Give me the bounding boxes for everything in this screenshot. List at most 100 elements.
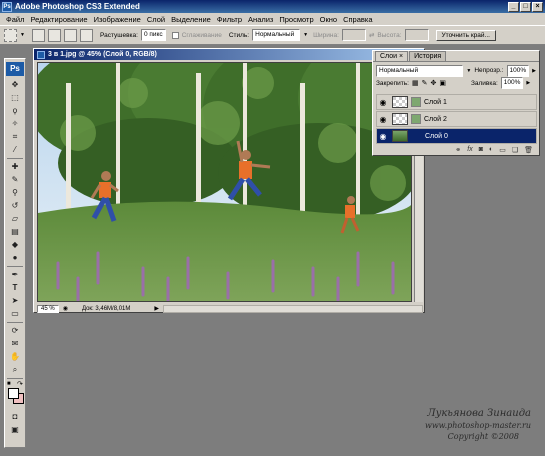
shape-tool-icon[interactable]: ▭	[6, 308, 24, 320]
layer-thumbnail	[392, 96, 408, 108]
healing-brush-tool-icon[interactable]: ✚	[6, 161, 24, 173]
menu-filter[interactable]: Фильтр	[214, 15, 245, 24]
minimize-button[interactable]: _	[508, 1, 519, 12]
signature-name: Лукьянова Зинаида	[427, 408, 531, 419]
close-button[interactable]: ×	[532, 1, 543, 12]
style-select[interactable]: Нормальный	[252, 29, 301, 41]
brush-tool-icon[interactable]: ✎	[6, 174, 24, 186]
status-menu-icon[interactable]: ◉	[63, 305, 68, 312]
zoom-tool-icon[interactable]: ⌕	[6, 364, 24, 376]
menu-file[interactable]: Файл	[3, 15, 27, 24]
layer-mask-thumbnail[interactable]	[411, 97, 421, 107]
tab-layers[interactable]: Слои ×	[375, 51, 409, 61]
layer-name: Слой 0	[425, 132, 448, 140]
magic-wand-tool-icon[interactable]: ✧	[6, 118, 24, 130]
tools-divider	[7, 378, 23, 379]
visibility-eye-icon[interactable]: ◉	[377, 132, 389, 141]
quick-mask-icon[interactable]: ◘	[6, 411, 24, 423]
feather-input[interactable]: 0 пикс	[140, 29, 166, 41]
eyedropper-tool-icon[interactable]: ⁄	[6, 144, 24, 156]
antialias-checkbox[interactable]	[171, 31, 179, 39]
horizontal-scrollbar[interactable]	[163, 304, 423, 313]
width-input[interactable]	[341, 29, 366, 41]
link-icon[interactable]: ⚭	[455, 146, 461, 155]
3d-rotate-tool-icon[interactable]: ⟳	[6, 325, 24, 337]
menu-window[interactable]: Окно	[317, 15, 340, 24]
notes-tool-icon[interactable]: ✉	[6, 338, 24, 350]
history-brush-tool-icon[interactable]: ↺	[6, 200, 24, 212]
clone-stamp-tool-icon[interactable]: ⚲	[6, 187, 24, 199]
window-title: Adobe Photoshop CS3 Extended	[15, 2, 140, 11]
type-tool-icon[interactable]: T	[6, 282, 24, 294]
default-colors-icon[interactable]: ■	[7, 381, 11, 387]
crop-tool-icon[interactable]: ⌗	[6, 131, 24, 143]
new-layer-icon[interactable]: ❏	[512, 146, 518, 155]
style-dropdown-icon[interactable]: ▼	[303, 32, 308, 38]
swap-colors-icon[interactable]: ↷	[17, 380, 23, 388]
screen-mode-icon[interactable]: ▣	[6, 424, 24, 436]
subtract-selection-icon[interactable]	[63, 28, 77, 42]
fx-icon[interactable]: fx	[467, 146, 472, 155]
lock-label: Закрепить:	[376, 79, 409, 87]
antialias-label: Сглаживание	[181, 31, 222, 39]
fill-arrow-icon[interactable]: ▶	[526, 80, 530, 86]
document-title-bar: 3 в 1.jpg @ 45% (Слой 0, RGB/8)	[34, 49, 424, 60]
blend-mode-select[interactable]: Нормальный	[376, 64, 464, 77]
tab-layers-label: Слои	[380, 53, 398, 60]
layer-row-0[interactable]: ◉ Слой 0	[376, 128, 537, 144]
layer-mask-thumbnail[interactable]	[411, 114, 421, 124]
preset-dropdown-icon[interactable]: ▼	[20, 32, 25, 38]
visibility-eye-icon[interactable]: ◉	[377, 115, 389, 124]
opacity-input[interactable]: 100%	[506, 64, 530, 77]
layer-row-2[interactable]: ◉ Слой 2	[376, 111, 537, 127]
refine-edge-button[interactable]: Уточнить край...	[435, 29, 496, 41]
lock-all-icon[interactable]: ▣	[439, 79, 446, 87]
opacity-arrow-icon[interactable]: ▶	[532, 68, 536, 74]
pen-tool-icon[interactable]: ✒	[6, 269, 24, 281]
menu-edit[interactable]: Редактирование	[27, 15, 90, 24]
menu-image[interactable]: Изображение	[91, 15, 144, 24]
folder-icon[interactable]: ▭	[499, 146, 506, 155]
height-input[interactable]	[404, 29, 429, 41]
lock-position-icon[interactable]: ✥	[430, 79, 436, 87]
blur-tool-icon[interactable]: ◆	[6, 239, 24, 251]
marquee-preset-button[interactable]	[4, 28, 17, 42]
fill-input[interactable]: 100%	[500, 77, 524, 89]
status-arrow-icon[interactable]: ▶	[154, 305, 159, 312]
dodge-tool-icon[interactable]: ●	[6, 252, 24, 264]
marquee-tool-icon[interactable]: ⬚	[6, 92, 24, 104]
gradient-tool-icon[interactable]: ▤	[6, 226, 24, 238]
visibility-eye-icon[interactable]: ◉	[377, 98, 389, 107]
maximize-button[interactable]: □	[520, 1, 531, 12]
close-tab-icon[interactable]: ×	[399, 53, 403, 60]
layer-row-1[interactable]: ◉ Слой 1	[376, 94, 537, 110]
lasso-tool-icon[interactable]: ϙ	[6, 105, 24, 117]
menu-help[interactable]: Справка	[340, 15, 375, 24]
lock-paint-icon[interactable]: ✎	[422, 79, 428, 87]
path-selection-tool-icon[interactable]: ➤	[6, 295, 24, 307]
swap-icon[interactable]: ⇄	[369, 31, 374, 39]
adjustment-icon[interactable]: ◐	[489, 146, 493, 155]
image-canvas[interactable]	[37, 62, 412, 302]
tab-history[interactable]: История	[409, 51, 447, 61]
intersect-selection-icon[interactable]	[79, 28, 93, 42]
menu-select[interactable]: Выделение	[168, 15, 214, 24]
eraser-tool-icon[interactable]: ▱	[6, 213, 24, 225]
menu-layer[interactable]: Слой	[144, 15, 168, 24]
layers-bottom-toolbar: ⚭ fx ◙ ◐ ▭ ❏ 🗑	[376, 146, 537, 155]
blend-dropdown-icon[interactable]: ▼	[466, 68, 471, 74]
lock-transparency-icon[interactable]: ▦	[412, 79, 419, 87]
tools-panel: Ps ✥ ⬚ ϙ ✧ ⌗ ⁄ ✚ ✎ ⚲ ↺ ▱ ▤ ◆ ● ✒ T ➤ ▭ ⟳…	[4, 58, 26, 448]
foreground-color-swatch[interactable]	[8, 388, 19, 399]
menu-view[interactable]: Просмотр	[276, 15, 316, 24]
move-tool-icon[interactable]: ✥	[6, 79, 24, 91]
add-selection-icon[interactable]	[47, 28, 61, 42]
mask-icon[interactable]: ◙	[479, 146, 483, 155]
blend-row: Нормальный ▼ Непрозр.: 100% ▶	[373, 64, 539, 77]
fill-label: Заливка:	[470, 79, 498, 87]
hand-tool-icon[interactable]: ✋	[6, 351, 24, 363]
zoom-field[interactable]: 45 %	[37, 304, 59, 313]
menu-analysis[interactable]: Анализ	[245, 15, 276, 24]
new-selection-icon[interactable]	[31, 28, 45, 42]
trash-icon[interactable]: 🗑	[524, 146, 533, 155]
